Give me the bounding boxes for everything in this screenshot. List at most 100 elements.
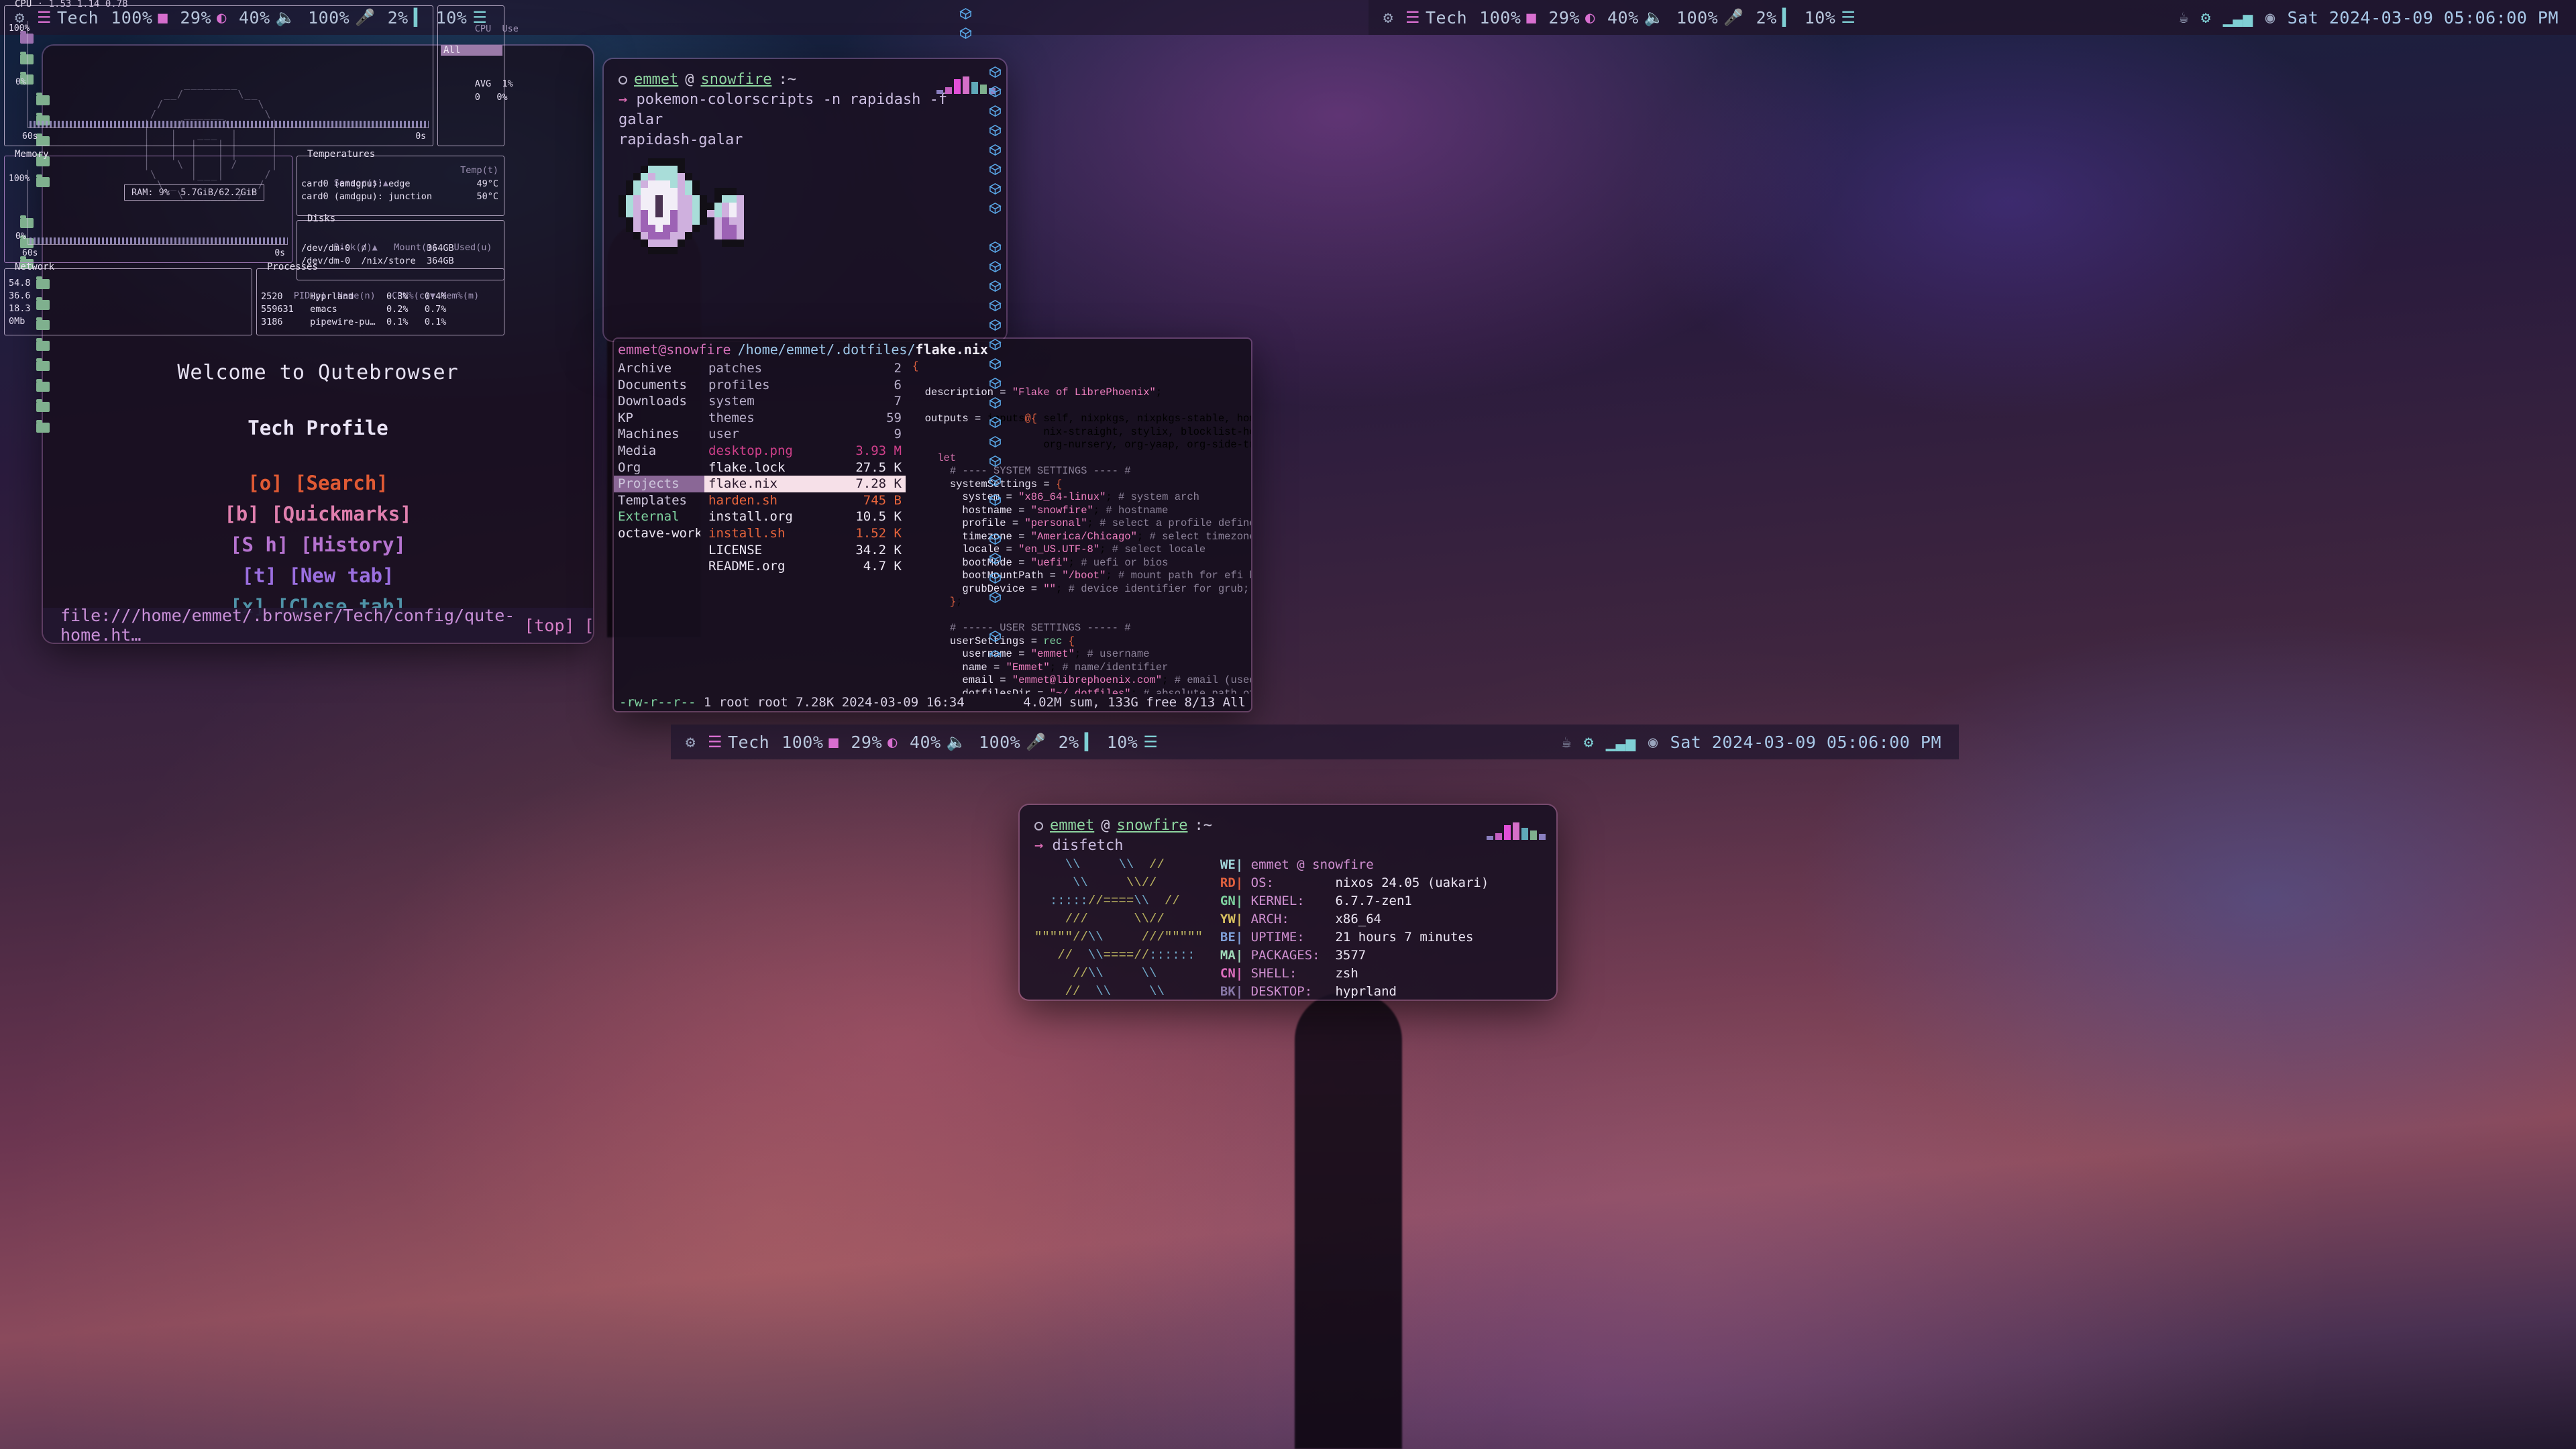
cpu-value: 2% (1058, 732, 1079, 752)
btop-process-name: Hyprland (310, 291, 386, 302)
gear-icon[interactable]: ⚙ (686, 734, 696, 750)
battery-status[interactable]: 100% ■ (782, 733, 839, 752)
bluetooth-icon[interactable]: ⚙ (2201, 9, 2211, 25)
ranger-entry[interactable]: Projects (614, 476, 704, 492)
ranger-entry[interactable]: External (614, 508, 704, 525)
no-coffee-icon[interactable]: ☕ (1562, 734, 1572, 750)
wifi-icon[interactable]: ▁▃▅ (1606, 734, 1636, 750)
btop-proc-col-mem[interactable]: Mem%(m) (441, 290, 479, 301)
quick-link-0[interactable]: [o] [Search] (248, 472, 388, 494)
ranger-entry[interactable]: harden.sh 745 B (704, 492, 906, 509)
pokemon-terminal-window[interactable]: emmet @ snowfire:~ → pokemon-colorscripts … (604, 59, 1006, 341)
ranger-entry[interactable]: flake.lock 27.5 K (704, 460, 906, 476)
disfetch-key: ARCH: (1250, 912, 1336, 926)
ranger-entry-size: 7.28 K (855, 476, 902, 492)
ranger-entry[interactable]: profiles 6 (704, 377, 906, 394)
btop-cpu-core0-label: 0 (474, 92, 480, 103)
btop-disk-mount: /nix/store (361, 256, 427, 266)
ranger-entry[interactable]: KP (614, 410, 704, 427)
btop-mem-ymax: 100% (9, 174, 30, 184)
disfetch-value: 6.7.7-zen1 (1335, 894, 1412, 908)
speaker-icon: 🔈 (1644, 8, 1665, 27)
ranger-entry-name: install.org (708, 509, 793, 525)
ranger-entry[interactable]: Templates (614, 492, 704, 509)
ranger-entry[interactable]: Machines (614, 426, 704, 443)
brightness-status[interactable]: 29% ◐ (851, 733, 898, 752)
ranger-entry-size: 27.5 K (855, 460, 902, 475)
cube-icon (989, 591, 1002, 604)
btop-cpu-selected[interactable]: All (441, 45, 502, 56)
disfetch-tag: RD| (1220, 875, 1251, 890)
btop-temps-label: Temperatures (307, 149, 376, 160)
ranger-file-manager-window[interactable]: emmet@snowfire /home/emmet/.dotfiles/fla… (614, 339, 1251, 711)
ranger-parent-column[interactable]: Archive Documents Downloads KP Machines Media… (614, 360, 704, 694)
ranger-host: emmet@snowfire (618, 341, 731, 358)
mic-value: 100% (1676, 7, 1719, 28)
brightness-status[interactable]: 29% ◐ (1548, 8, 1595, 28)
ranger-entry[interactable]: Documents (614, 377, 704, 394)
ranger-entry[interactable]: themes 59 (704, 410, 906, 427)
disfetch-key: KERNEL: (1250, 894, 1336, 908)
btop-process-row[interactable]: 559631 emacs 0.2% 0.7% (261, 303, 446, 316)
disfetch-terminal-window[interactable]: emmet @ snowfire:~ → disfetch \\ \\ // \\ … (1020, 805, 1556, 1000)
disc-icon[interactable]: ◉ (1648, 734, 1658, 750)
ranger-entry[interactable]: Org (614, 460, 704, 476)
clock[interactable]: Sat 2024-03-09 05:06:00 PM (1670, 733, 1941, 752)
btop-cpu-side-hdr-b: Use (502, 23, 519, 34)
ranger-entry-size: 2 (894, 361, 902, 376)
ranger-entry[interactable]: Archive (614, 360, 704, 377)
ranger-entry[interactable]: system 7 (704, 393, 906, 410)
folder-icon (36, 419, 50, 433)
btop-process-row[interactable]: 2520 Hyprland 0.3% 0.4% (261, 290, 446, 303)
ranger-entry[interactable]: flake.nix 7.28 K (704, 476, 906, 492)
shell-command-line: → pokemon-colorscripts -n rapidash -f ga… (619, 90, 991, 130)
no-coffee-icon[interactable]: ☕ (2179, 9, 2189, 25)
volume-status[interactable]: 40% 🔈 (910, 733, 967, 752)
ranger-entry-name: profiles (708, 377, 770, 392)
btop-temps-col-temp[interactable]: Temp(t) (460, 164, 498, 177)
clock[interactable]: Sat 2024-03-09 05:06:00 PM (2288, 8, 2559, 28)
ranger-current-file: flake.nix (915, 341, 988, 358)
btop-process-mem: 0.7% (424, 304, 447, 315)
battery-status[interactable]: 100% ■ (1479, 8, 1536, 28)
btop-disks-col-used[interactable]: Used(u) (454, 242, 492, 253)
workspace-indicator[interactable]: ☰ Tech (1405, 8, 1467, 28)
bluetooth-icon[interactable]: ⚙ (1584, 734, 1594, 750)
cube-icon (989, 649, 1002, 657)
mic-status[interactable]: 100% 🎤 (979, 733, 1046, 752)
ranger-entry[interactable]: LICENSE 34.2 K (704, 542, 906, 559)
ranger-entry[interactable]: Media (614, 443, 704, 460)
ranger-entry[interactable]: desktop.png 3.93 M (704, 443, 906, 460)
disc-icon[interactable]: ◉ (2265, 9, 2275, 25)
prompt-dot-icon (619, 75, 627, 85)
mic-status[interactable]: 100% 🎤 (1676, 8, 1744, 28)
ranger-entry-name: Machines (618, 427, 680, 442)
ranger-entry[interactable]: user 9 (704, 426, 906, 443)
btop-cpu-side-hdr-a: CPU (474, 23, 492, 34)
cpu-status[interactable]: 2% ▍ (1756, 8, 1792, 28)
cube-icon (989, 630, 1002, 643)
welcome-heading: Welcome to Qutebrowser (177, 361, 459, 384)
quick-link-2[interactable]: [S h] [History] (230, 533, 406, 556)
workspace-indicator[interactable]: ☰ Tech (708, 733, 769, 752)
ranger-entry[interactable]: install.sh 1.52 K (704, 525, 906, 542)
brightness-value: 29% (851, 732, 883, 752)
memory-status[interactable]: 10% ☰ (1107, 733, 1159, 752)
memory-status[interactable]: 10% ☰ (1805, 8, 1856, 28)
ranger-entry[interactable]: patches 2 (704, 360, 906, 377)
disfetch-tag: CN| (1220, 966, 1251, 981)
btop-process-row[interactable]: 3186 pipewire-pu… 0.1% 0.1% (261, 316, 446, 329)
quick-link-3[interactable]: [t] [New tab] (242, 564, 394, 587)
ranger-entry[interactable]: install.org 10.5 K (704, 508, 906, 525)
btop-disk-used: 364GB (426, 256, 454, 266)
ranger-entry[interactable]: README.org 4.7 K (704, 558, 906, 575)
ranger-header: emmet@snowfire /home/emmet/.dotfiles/fla… (614, 339, 1251, 360)
gear-icon[interactable]: ⚙ (1383, 9, 1393, 25)
ranger-entry[interactable]: octave-work~ (614, 525, 704, 542)
wifi-icon[interactable]: ▁▃▅ (2223, 9, 2253, 25)
quick-link-1[interactable]: [b] [Quickmarks] (224, 502, 411, 525)
cpu-status[interactable]: 2% ▍ (1059, 733, 1095, 752)
ranger-entry[interactable]: Downloads (614, 393, 704, 410)
volume-status[interactable]: 40% 🔈 (1607, 8, 1664, 28)
ranger-current-column[interactable]: patches 2 profiles 6 system 7 themes 59 user 9 des… (704, 360, 906, 694)
